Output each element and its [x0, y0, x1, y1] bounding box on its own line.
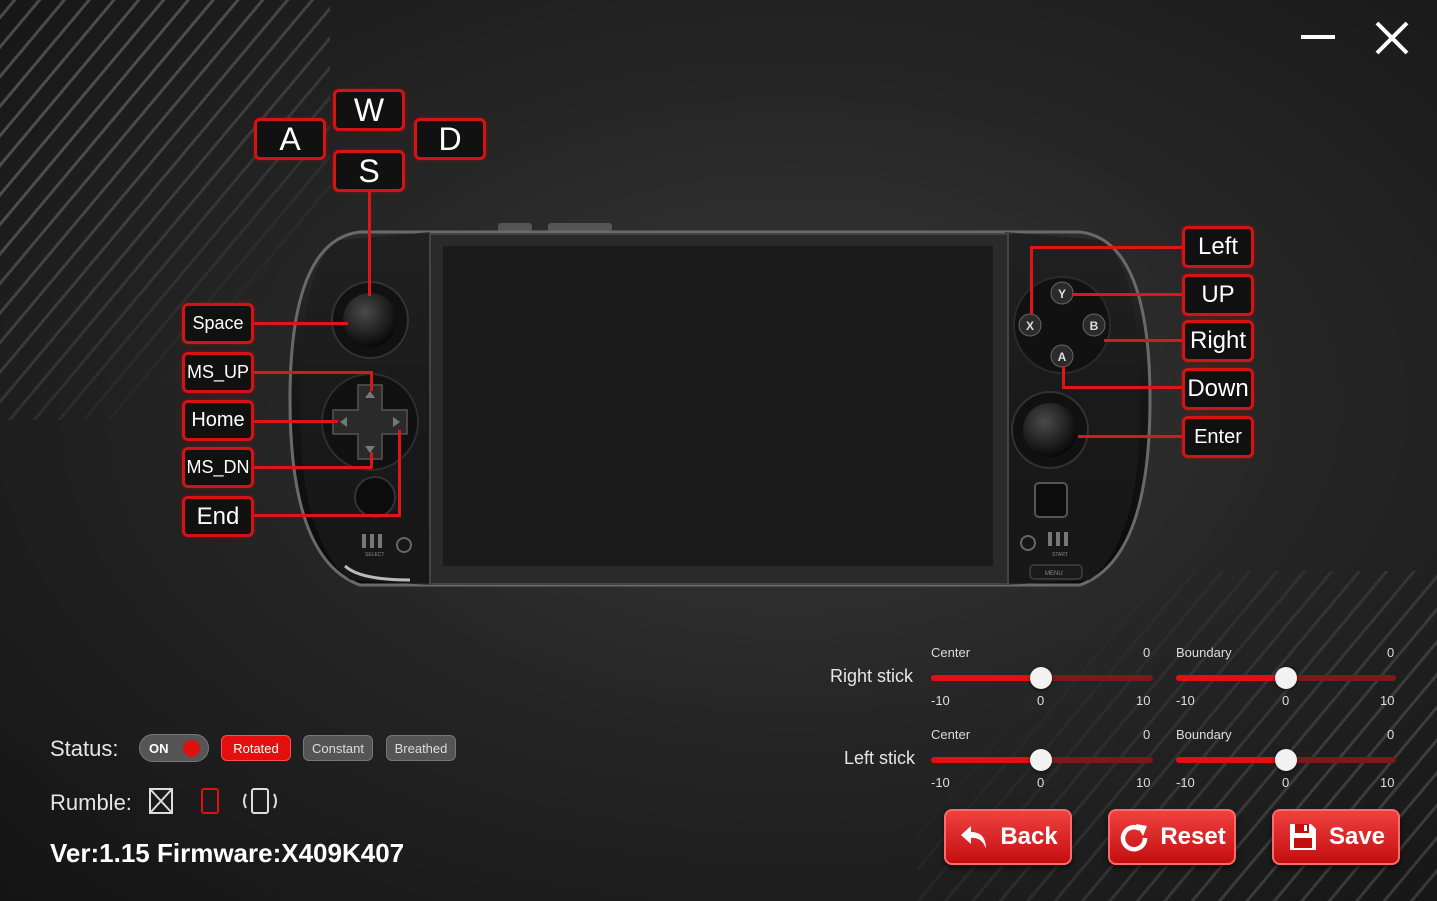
left-boundary-mid: 0 — [1282, 775, 1290, 790]
rumble-weak-icon[interactable] — [195, 786, 225, 816]
right-boundary-label: Boundary — [1176, 645, 1232, 660]
a-button-label: A — [1058, 350, 1067, 364]
leader-left-v — [1030, 246, 1033, 314]
key-left[interactable]: Left — [1182, 226, 1254, 268]
left-center-max: 10 — [1136, 775, 1151, 790]
leader-msup-v — [370, 371, 373, 391]
mode-constant[interactable]: Constant — [303, 735, 373, 761]
right-center-max: 10 — [1136, 693, 1151, 708]
reset-icon — [1121, 824, 1148, 852]
x-button-label: X — [1026, 319, 1034, 333]
leader-end-v — [398, 430, 401, 517]
right-boundary-fill — [1176, 675, 1286, 681]
key-up[interactable]: UP — [1182, 274, 1254, 316]
key-w[interactable]: W — [333, 89, 405, 131]
right-center-min: -10 — [931, 693, 950, 708]
back-button-label: Back — [1000, 823, 1058, 850]
key-right[interactable]: Right — [1182, 320, 1254, 362]
toggle-label: ON — [149, 741, 169, 756]
key-ms-dn[interactable]: MS_DN — [182, 447, 254, 488]
left-center-value: 0 — [1143, 727, 1151, 742]
left-center-label: Center — [931, 727, 971, 742]
right-boundary-knob[interactable] — [1275, 667, 1297, 689]
key-enter[interactable]: Enter — [1182, 416, 1254, 458]
leader-s — [368, 190, 371, 296]
key-home[interactable]: Home — [182, 400, 254, 441]
leader-down-v — [1062, 366, 1065, 388]
select-label: SELECT — [365, 552, 384, 558]
leader-up — [1072, 293, 1184, 296]
right-center-label: Center — [931, 645, 971, 660]
y-button-label: Y — [1058, 287, 1066, 301]
left-center-min: -10 — [931, 775, 950, 790]
leader-msup — [252, 371, 372, 374]
mode-rotated[interactable]: Rotated — [221, 735, 291, 761]
save-button-label: Save — [1328, 823, 1386, 850]
status-toggle[interactable]: ON — [139, 734, 209, 762]
leader-down — [1062, 386, 1184, 389]
back-button[interactable]: Back — [944, 809, 1072, 865]
back-arrow-icon — [961, 826, 987, 849]
right-stick-label: Right stick — [830, 666, 914, 686]
left-boundary-min: -10 — [1176, 775, 1195, 790]
rumble-strong-icon[interactable] — [240, 786, 280, 816]
key-s[interactable]: S — [333, 150, 405, 192]
menu-label: MENU — [1045, 571, 1063, 577]
left-boundary-knob[interactable] — [1275, 749, 1297, 771]
leader-end — [252, 514, 401, 517]
left-center-mid: 0 — [1037, 775, 1045, 790]
leader-msdn — [252, 466, 372, 469]
left-stick-label: Left stick — [844, 748, 916, 768]
reset-button-label: Reset — [1160, 823, 1226, 850]
left-center-fill — [931, 757, 1041, 763]
floppy-icon — [1289, 824, 1316, 850]
toggle-dot — [183, 740, 200, 757]
leader-right — [1104, 339, 1184, 342]
key-d[interactable]: D — [414, 118, 486, 160]
b-button-label: B — [1090, 319, 1099, 333]
save-button[interactable]: Save — [1272, 809, 1400, 865]
key-ms-up[interactable]: MS_UP — [182, 352, 254, 393]
key-down[interactable]: Down — [1182, 368, 1254, 410]
status-label: Status: — [50, 736, 119, 761]
left-boundary-fill — [1176, 757, 1286, 763]
leader-left — [1030, 246, 1184, 249]
right-center-knob[interactable] — [1030, 667, 1052, 689]
leader-home — [252, 420, 338, 423]
left-center-knob[interactable] — [1030, 749, 1052, 771]
rumble-off-icon[interactable] — [146, 786, 176, 816]
leader-msdn-v — [370, 452, 373, 468]
rumble-label: Rumble: — [50, 790, 132, 815]
key-a[interactable]: A — [254, 118, 326, 160]
right-center-fill — [931, 675, 1041, 681]
reset-button[interactable]: Reset — [1108, 809, 1236, 865]
leader-enter — [1078, 435, 1184, 438]
mode-breathed[interactable]: Breathed — [386, 735, 456, 761]
left-boundary-value: 0 — [1387, 727, 1395, 742]
left-boundary-max: 10 — [1380, 775, 1395, 790]
right-boundary-value: 0 — [1387, 645, 1395, 660]
right-boundary-min: -10 — [1176, 693, 1195, 708]
key-space[interactable]: Space — [182, 303, 254, 344]
key-end[interactable]: End — [182, 496, 254, 537]
right-boundary-mid: 0 — [1282, 693, 1290, 708]
start-label: START — [1052, 552, 1068, 558]
version-text: Ver:1.15 Firmware:X409K407 — [50, 838, 405, 868]
right-center-value: 0 — [1143, 645, 1151, 660]
left-boundary-label: Boundary — [1176, 727, 1232, 742]
leader-space — [252, 322, 348, 325]
right-center-mid: 0 — [1037, 693, 1045, 708]
right-boundary-max: 10 — [1380, 693, 1395, 708]
